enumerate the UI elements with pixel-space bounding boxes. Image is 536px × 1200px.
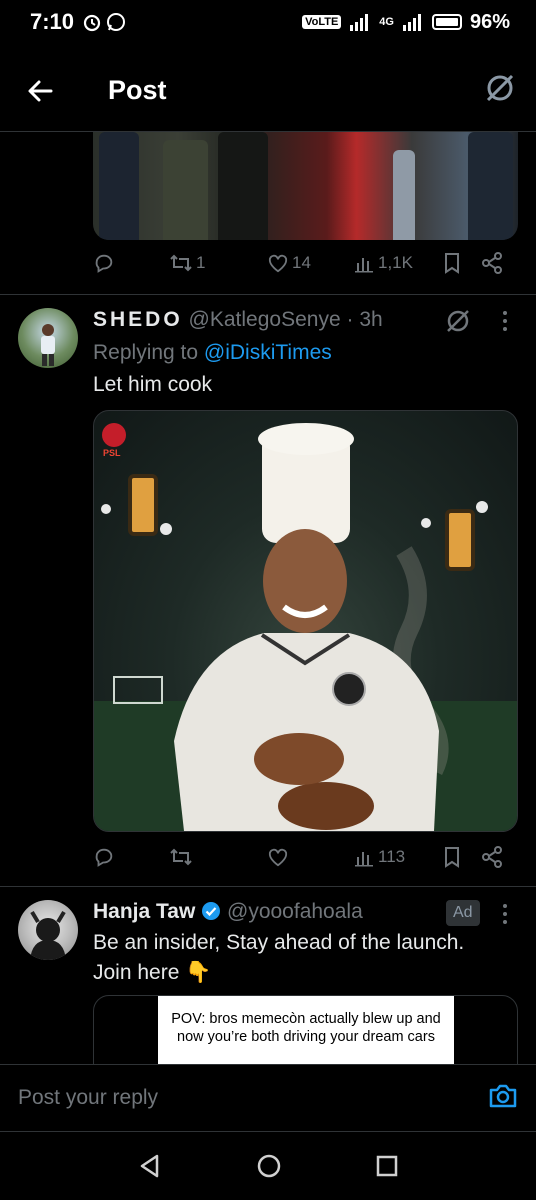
- post-actions-bar: 113: [93, 846, 513, 868]
- like-button[interactable]: [267, 847, 355, 867]
- share-icon: [482, 252, 502, 274]
- like-count: 14: [292, 253, 311, 272]
- signal-icon: [350, 14, 369, 31]
- status-time: 7:10: [30, 9, 75, 34]
- signal-icon-2: [402, 14, 421, 31]
- network-type: 4G: [379, 16, 394, 28]
- repost-button[interactable]: 1: [169, 252, 267, 274]
- views-icon: [355, 852, 373, 867]
- bookmark-button[interactable]: [443, 846, 481, 868]
- author-name[interactable]: SHEDO: [93, 308, 183, 331]
- divider: [0, 886, 536, 887]
- views-count: 1,1K: [378, 253, 413, 272]
- conversation-feed[interactable]: 1 14 1,1K SHEDO @KatlegoSenye · 3h Reply…: [0, 132, 536, 1064]
- ad-card-caption: POV: bros memecòn actually blew up and n…: [158, 996, 454, 1064]
- post-text-line-2: Join here 👇: [93, 961, 211, 985]
- post-actions-bar: 1 14 1,1K: [93, 252, 513, 274]
- more-options-icon[interactable]: [500, 310, 510, 332]
- reply-input-placeholder[interactable]: Post your reply: [18, 1086, 158, 1110]
- replying-to-line: Replying to @iDiskiTimes: [93, 341, 332, 365]
- home-circle-icon[interactable]: [256, 1153, 282, 1179]
- like-button[interactable]: 14: [267, 253, 355, 273]
- grok-button[interactable]: [484, 72, 516, 109]
- verified-badge-icon: [202, 902, 221, 920]
- heart-icon: [268, 848, 288, 867]
- replying-to-label: Replying to: [93, 341, 199, 364]
- post-author-line: Hanja Taw @yooofahoala: [93, 900, 363, 924]
- reply-composer[interactable]: Post your reply: [0, 1064, 536, 1132]
- grok-icon[interactable]: [445, 308, 471, 334]
- camera-icon: [489, 1084, 517, 1107]
- bookmark-icon: [445, 253, 459, 274]
- post-text-join: Join here: [93, 961, 180, 984]
- ad-media-card[interactable]: POV: bros memecòn actually blew up and n…: [93, 995, 518, 1064]
- back-button[interactable]: [0, 77, 80, 105]
- post-author-line: SHEDO @KatlegoSenye · 3h: [93, 308, 383, 332]
- reply-button[interactable]: [93, 252, 169, 274]
- reply-icon: [95, 254, 113, 273]
- bookmark-icon: [445, 847, 459, 868]
- share-button[interactable]: [481, 846, 503, 868]
- alarm-icon: [83, 14, 101, 32]
- heart-icon: [268, 254, 288, 273]
- views-icon: [355, 258, 373, 273]
- page-title: Post: [108, 75, 167, 105]
- time-separator: ·: [346, 308, 354, 331]
- volte-badge: VoLTE: [302, 15, 342, 29]
- post-media-image[interactable]: PSL: [93, 410, 518, 832]
- whatsapp-icon: [107, 13, 126, 31]
- arrow-left-icon: [28, 80, 53, 101]
- post-text-line-1: Be an insider, Stay ahead of the launch.: [93, 931, 465, 954]
- author-handle[interactable]: @yooofahoala: [227, 900, 363, 923]
- share-button[interactable]: [481, 252, 503, 274]
- reply-icon: [95, 848, 113, 867]
- reply-button[interactable]: [93, 846, 169, 868]
- views-button[interactable]: 1,1K: [355, 253, 443, 273]
- recents-square-icon[interactable]: [375, 1154, 399, 1178]
- views-count: 113: [378, 847, 406, 866]
- back-triangle-icon[interactable]: [137, 1153, 163, 1179]
- divider: [0, 294, 536, 295]
- status-bar: 7:10 VoLTE 4G 96%: [0, 0, 536, 44]
- author-name[interactable]: Hanja Taw: [93, 900, 195, 923]
- battery-icon: [431, 14, 462, 30]
- pointing-down-emoji: 👇: [185, 961, 212, 984]
- bookmark-button[interactable]: [443, 252, 481, 274]
- repost-button[interactable]: [169, 846, 267, 868]
- post-text: Let him cook: [93, 373, 213, 396]
- more-options-icon[interactable]: [500, 903, 510, 925]
- share-icon: [482, 846, 502, 868]
- system-indicators: VoLTE 4G 96%: [302, 11, 510, 34]
- notification-icons: [82, 12, 126, 32]
- post-time: 3h: [359, 308, 383, 331]
- author-handle[interactable]: @KatlegoSenye: [189, 308, 341, 331]
- avatar[interactable]: [18, 308, 78, 368]
- battery-percent: 96%: [469, 10, 510, 33]
- system-nav-bar: [0, 1132, 536, 1200]
- top-app-bar: Post: [0, 50, 536, 132]
- repost-icon: [170, 848, 192, 866]
- camera-button[interactable]: [488, 1082, 518, 1115]
- ad-badge: Ad: [446, 900, 480, 926]
- repost-count: 1: [196, 253, 206, 272]
- repost-icon: [170, 254, 192, 272]
- grok-icon: [486, 74, 514, 102]
- post-media-image[interactable]: [93, 132, 518, 240]
- image-logo: PSL: [103, 448, 121, 458]
- views-button[interactable]: 113: [355, 847, 443, 867]
- replying-to-handle[interactable]: @iDiskiTimes: [204, 341, 332, 364]
- avatar[interactable]: [18, 900, 78, 960]
